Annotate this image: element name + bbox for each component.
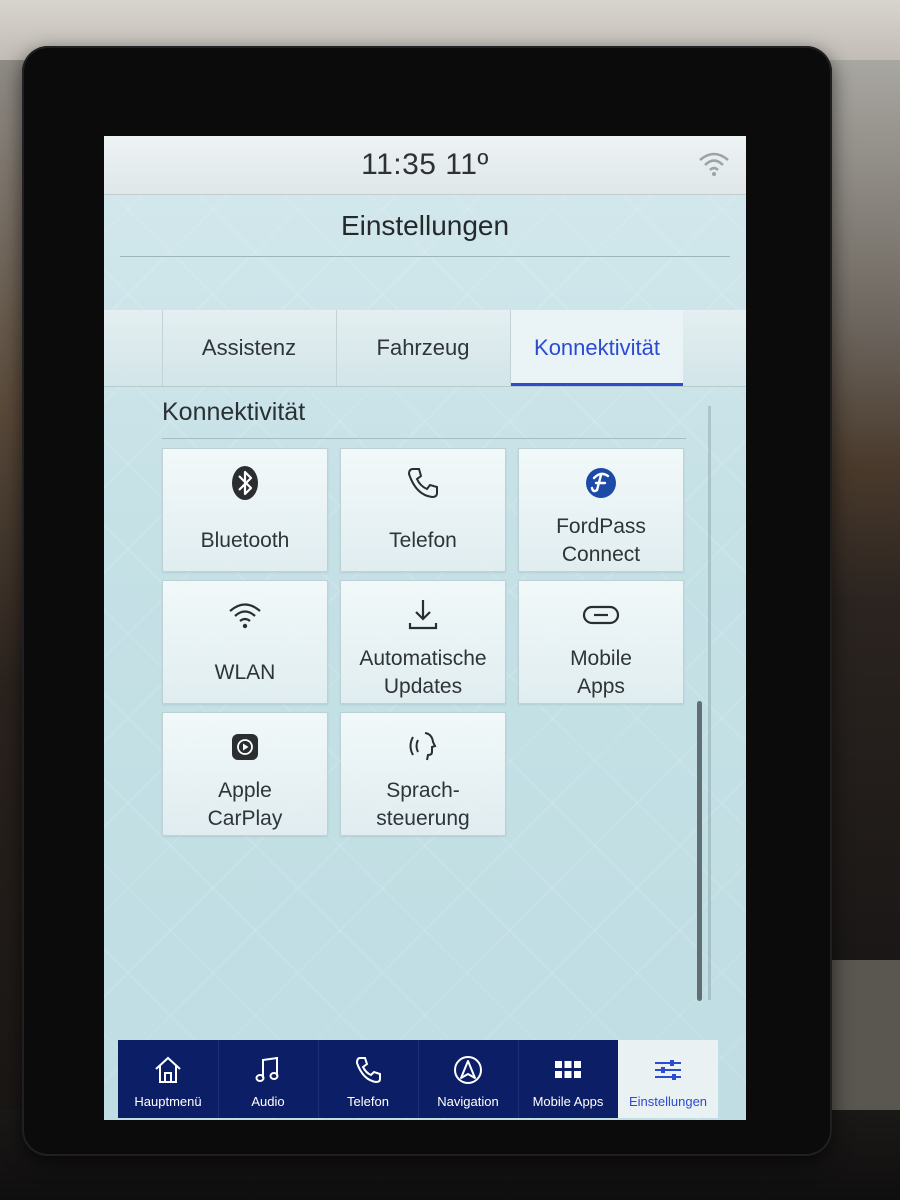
fordpass-icon xyxy=(581,463,621,503)
download-icon xyxy=(403,595,443,635)
tile-fordpass-connect[interactable]: FordPass Connect xyxy=(518,448,684,572)
tile-label: WLAN xyxy=(214,661,276,684)
wifi-icon xyxy=(225,595,265,635)
tab-assistenz[interactable]: Assistenz xyxy=(162,310,335,386)
tile-wlan[interactable]: WLAN xyxy=(162,580,328,704)
link-icon xyxy=(581,595,621,635)
carplay-icon xyxy=(225,727,265,767)
tile-label: Mobile Apps xyxy=(519,645,683,701)
voice-icon xyxy=(403,727,443,767)
tile-label-line1: Apple xyxy=(218,779,272,802)
bluetooth-icon xyxy=(225,463,265,503)
tile-label: Telefon xyxy=(389,529,457,552)
tile-label: Sprach- steuerung xyxy=(341,777,505,833)
tile-label-line1: Sprach- xyxy=(386,779,460,802)
tile-label: FordPass Connect xyxy=(519,513,683,569)
section-heading: Konnektivität xyxy=(162,398,306,426)
tile-bluetooth[interactable]: Bluetooth xyxy=(162,448,328,572)
tile-mobile-apps[interactable]: Mobile Apps xyxy=(518,580,684,704)
tab-konnektivitaet[interactable]: Konnektivität xyxy=(510,310,683,386)
section-divider xyxy=(162,438,686,439)
navigation-icon xyxy=(452,1054,484,1086)
infotainment-screen: 11:35 11º Einstellungen Assistenz Fahrze… xyxy=(104,136,746,1120)
tile-label-line2: Apps xyxy=(577,675,625,698)
tile-label: Apple CarPlay xyxy=(163,777,327,833)
settings-tabs: Assistenz Fahrzeug Konnektivität xyxy=(104,310,746,387)
nav-telefon[interactable]: Telefon xyxy=(318,1040,419,1118)
bottom-navigation: Hauptmenü Audio Telefon Navigation Mobil… xyxy=(118,1040,718,1118)
tile-label-line2: Connect xyxy=(561,543,641,566)
nav-label: Audio xyxy=(251,1094,285,1109)
tile-telefon[interactable]: Telefon xyxy=(340,448,506,572)
nav-label: Navigation xyxy=(437,1094,499,1109)
tile-label: Bluetooth xyxy=(200,529,290,552)
tile-sprachsteuerung[interactable]: Sprach- steuerung xyxy=(340,712,506,836)
tile-label-line1: Automatische xyxy=(359,647,487,670)
tile-label-line2: CarPlay xyxy=(207,807,283,830)
time-temperature: 11:35 11º xyxy=(361,148,489,181)
tile-label-line2: steuerung xyxy=(376,807,470,830)
tab-fahrzeug[interactable]: Fahrzeug xyxy=(336,310,509,386)
nav-label: Telefon xyxy=(347,1094,389,1109)
sliders-icon xyxy=(652,1054,684,1086)
nav-mobile-apps[interactable]: Mobile Apps xyxy=(518,1040,619,1118)
title-divider xyxy=(120,256,730,257)
scrollbar-thumb[interactable] xyxy=(697,701,702,1001)
nav-einstellungen[interactable]: Einstellungen xyxy=(618,1040,718,1118)
nav-navigation[interactable]: Navigation xyxy=(418,1040,519,1118)
phone-icon xyxy=(403,463,443,503)
nav-label: Hauptmenü xyxy=(134,1094,202,1109)
tile-label-line1: Mobile xyxy=(570,647,632,670)
phone-icon xyxy=(352,1054,384,1086)
nav-label: Einstellungen xyxy=(628,1094,708,1109)
status-bar: 11:35 11º xyxy=(104,136,746,195)
nav-audio[interactable]: Audio xyxy=(218,1040,319,1118)
home-icon xyxy=(152,1054,184,1086)
tile-label-line2: Updates xyxy=(383,675,463,698)
nav-label: Mobile Apps xyxy=(532,1094,604,1109)
tile-apple-carplay[interactable]: Apple CarPlay xyxy=(162,712,328,836)
nav-hauptmenue[interactable]: Hauptmenü xyxy=(118,1040,219,1118)
wifi-icon xyxy=(698,150,730,178)
tile-label: Automatische Updates xyxy=(341,645,505,701)
scrollbar-track[interactable] xyxy=(708,406,711,1000)
music-icon xyxy=(252,1054,284,1086)
page-title: Einstellungen xyxy=(340,210,510,241)
tile-automatische-updates[interactable]: Automatische Updates xyxy=(340,580,506,704)
tile-label-line1: FordPass xyxy=(556,515,646,538)
apps-grid-icon xyxy=(552,1054,584,1086)
